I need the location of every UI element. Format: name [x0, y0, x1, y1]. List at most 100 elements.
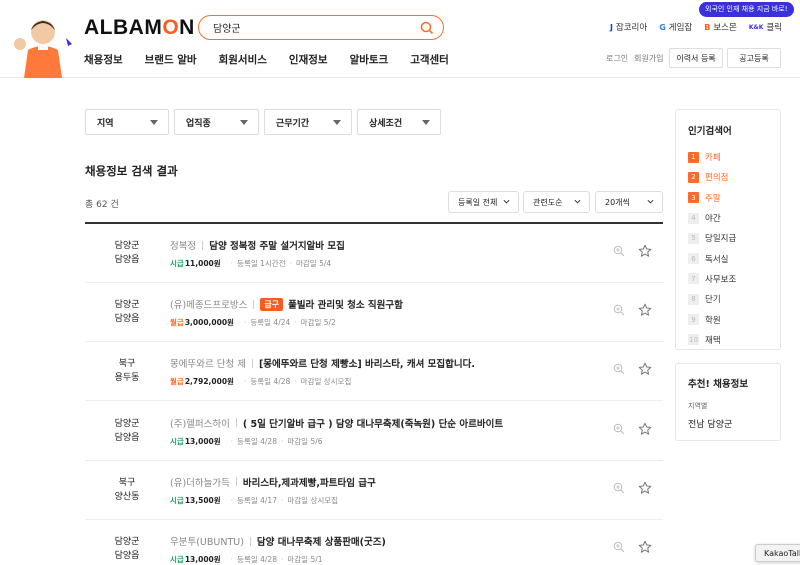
job-row[interactable]: 담양군 담양읍 우분투(UBUNTU) 담양 대나무축제 상품판매(굿즈) 시급 13,0… [85, 520, 663, 565]
zoom-in-icon[interactable] [613, 541, 625, 553]
filter-detail[interactable]: 상세조건 [357, 109, 441, 135]
pay-type: 시급 [170, 495, 184, 505]
partner-jobkorea[interactable]: J 잡코리아 [610, 21, 647, 34]
user-links: 로그인 회원가입 [606, 53, 664, 64]
recommend-title: 추천! 채용정보 [688, 379, 749, 390]
zoom-in-icon[interactable] [613, 482, 625, 494]
popular-keyword-item[interactable]: 9 학원 [688, 309, 736, 329]
job-title[interactable]: 담양 정복정 주말 설거지알바 모집 [209, 238, 345, 252]
search-input[interactable] [213, 19, 413, 36]
signup-link[interactable]: 회원가입 [634, 53, 663, 64]
page-size-select[interactable]: 20개씩 [595, 191, 663, 213]
register-date: 등록일 4/17 [237, 495, 277, 505]
job-heading: 정복정 담양 정복정 주말 설거지알바 모집 [170, 238, 345, 252]
nav-jobs[interactable]: 채용정보 [84, 52, 123, 67]
pay-amount: 13,500원 [184, 495, 221, 505]
job-location: 북구 용두동 [114, 359, 140, 384]
login-link[interactable]: 로그인 [606, 53, 628, 64]
recommend-panel: 추천! 채용정보 지역별 전남 담양군 [675, 363, 781, 441]
divider [253, 299, 255, 309]
caret-down-icon [333, 120, 341, 125]
job-row[interactable]: 담양군 담양읍 정복정 담양 정복정 주말 설거지알바 모집 시급 11,000원 · 등록일… [85, 224, 663, 283]
nav-member[interactable]: 회원서비스 [219, 52, 267, 67]
pay-type: 시급 [170, 259, 184, 268]
register-date: 등록일 4/28 [250, 377, 291, 387]
gamejob-logo-icon: G [659, 22, 666, 32]
popular-keyword-item[interactable]: 4 야간 [688, 208, 736, 228]
popular-keyword-item[interactable]: 7 사무보조 [688, 269, 736, 289]
job-title[interactable]: ( 5일 단기알바 급구 ) 담양 대나무축제(죽녹원) 단순 아르바이트 [243, 416, 503, 430]
pay-type: 월급 [170, 377, 184, 387]
star-icon[interactable] [638, 481, 652, 495]
job-company[interactable]: 우분투(UBUNTU) [170, 534, 244, 548]
star-icon[interactable] [638, 540, 652, 554]
meta-dot: · [230, 259, 234, 268]
rank-number: 6 [688, 253, 699, 265]
resume-register-button[interactable]: 이력서 등록 [669, 48, 723, 68]
star-icon[interactable] [638, 303, 652, 317]
rank-number: 8 [688, 293, 699, 305]
job-title[interactable]: 풀빌라 관리및 청소 직원구함 [288, 297, 403, 311]
job-row[interactable]: 담양군 담양읍 (주)헬퍼스하이 ( 5일 단기알바 급구 ) 담양 대나무축제(죽녹… [85, 402, 663, 461]
post-job-button[interactable]: 공고등록 [727, 48, 781, 68]
job-meta: 시급 11,000원 · 등록일 1시간전 · 마감일 5/4 [170, 258, 331, 269]
job-title[interactable]: 담양 대나무축제 상품판매(굿즈) [257, 534, 386, 548]
job-company[interactable]: (유)더하늘가득 [170, 475, 230, 489]
foreign-talent-badge[interactable]: 외국인 인재 채용 지금 바로! [699, 2, 794, 17]
kakaotalk-button[interactable]: KakaoTalk [755, 544, 800, 562]
recommend-region-link[interactable]: 전남 담양군 [688, 417, 732, 430]
job-company[interactable]: (주)헬퍼스하이 [170, 416, 230, 430]
albamon-logo[interactable]: ALBAMON [84, 16, 195, 40]
star-icon[interactable] [638, 244, 652, 258]
filter-period[interactable]: 근무기간 [264, 109, 352, 135]
meta-dot: · [280, 495, 284, 505]
chevron-down-icon [647, 199, 654, 204]
popular-keyword-item[interactable]: 8 단기 [688, 289, 736, 309]
job-title[interactable]: [몽에뚜와르 단청 제빵소] 바리스타, 캐셔 모집합니다. [259, 356, 475, 370]
job-row[interactable]: 담양군 담양읍 (유)메종드프로방스 급구 풀빌라 관리및 청소 직원구함 월급 3,000… [85, 283, 663, 343]
job-company[interactable]: (유)메종드프로방스 [170, 297, 247, 311]
nav-talk[interactable]: 알바토크 [350, 52, 389, 67]
search-box [198, 15, 444, 40]
filter-category[interactable]: 업직종 [174, 109, 259, 135]
zoom-in-icon[interactable] [613, 423, 625, 435]
job-company[interactable]: 정복정 [170, 238, 196, 252]
meta-dot: · [280, 436, 284, 446]
job-location: 담양군 담양읍 [114, 418, 140, 443]
caret-down-icon [150, 120, 158, 125]
partner-bossmon[interactable]: B 보스몬 [704, 21, 737, 34]
popular-keyword-item[interactable]: 6 독서실 [688, 248, 736, 268]
partner-click[interactable]: K&K 클릭 [749, 21, 782, 33]
meta-dot: · [230, 555, 234, 564]
star-icon[interactable] [638, 422, 652, 436]
rank-number: 7 [688, 273, 699, 285]
job-row[interactable]: 북구 양산동 (유)더하늘가득 바리스타,제과제빵,파트타임 급구 시급 13,500원 ·… [85, 461, 663, 520]
sort-relevance-select[interactable]: 관련도순 [523, 191, 590, 213]
popular-keyword-item[interactable]: 5 당일지급 [688, 228, 736, 248]
star-icon[interactable] [638, 362, 652, 376]
zoom-in-icon[interactable] [613, 304, 625, 316]
nav-brand[interactable]: 브랜드 알바 [145, 52, 197, 67]
popular-keyword-item[interactable]: 1 카페 [688, 147, 736, 167]
zoom-in-icon[interactable] [613, 245, 625, 257]
popular-keywords-title: 인기검색어 [688, 126, 732, 137]
job-heading: (주)헬퍼스하이 ( 5일 단기알바 급구 ) 담양 대나무축제(죽녹원) 단순 … [170, 416, 503, 430]
job-heading: 몽에뚜와르 단청 제 [몽에뚜와르 단청 제빵소] 바리스타, 캐셔 모집합니다. [170, 356, 475, 370]
nav-support[interactable]: 고객센터 [410, 52, 449, 67]
sort-date-select[interactable]: 등록일 전체 [448, 191, 519, 213]
zoom-in-icon[interactable] [613, 363, 625, 375]
filter-region[interactable]: 지역 [85, 109, 169, 135]
job-row[interactable]: 북구 용두동 몽에뚜와르 단청 제 [몽에뚜와르 단청 제빵소] 바리스타, 캐셔 모… [85, 342, 663, 402]
popular-keyword-item[interactable]: 2 편의점 [688, 167, 736, 187]
popular-keyword-item[interactable]: 10 재택 [688, 330, 736, 350]
meta-dot: · [280, 555, 284, 564]
job-company[interactable]: 몽에뚜와르 단청 제 [170, 356, 246, 370]
recommend-label: 지역별 [688, 402, 708, 410]
keyword-label: 사무보조 [705, 274, 737, 285]
nav-talent[interactable]: 인재정보 [289, 52, 328, 67]
job-title[interactable]: 바리스타,제과제빵,파트타임 급구 [243, 475, 376, 489]
site-header: ALBAMON 외국인 인재 채용 지금 바로! J잡코리아 G게임잡 B보스몬… [0, 0, 800, 78]
popular-keyword-item[interactable]: 3 주말 [688, 188, 736, 208]
search-icon[interactable] [420, 21, 434, 35]
partner-gamejob[interactable]: G 게임잡 [659, 21, 692, 34]
